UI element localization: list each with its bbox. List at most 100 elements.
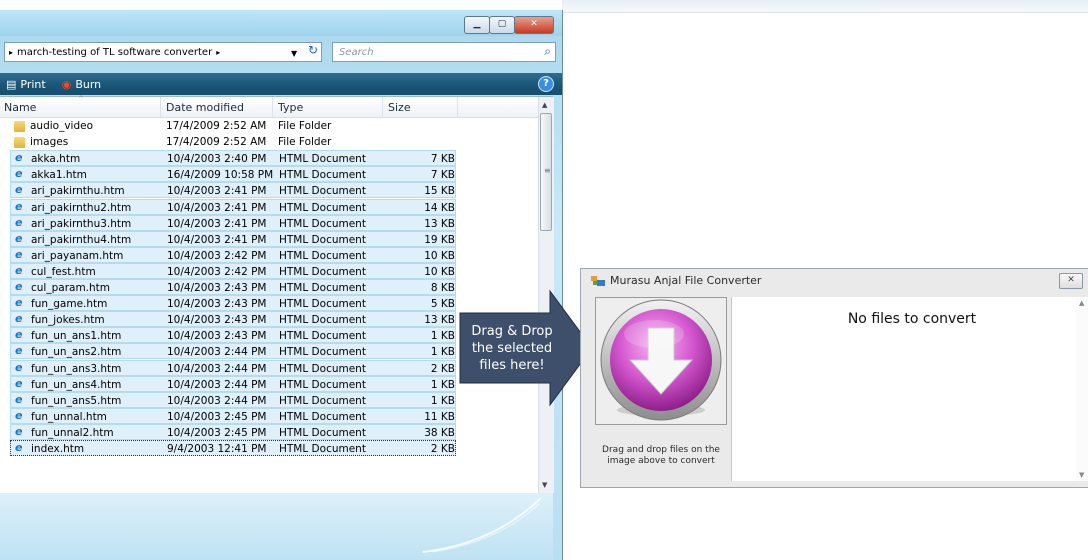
file-row[interactable]: e akka1.htm 16/4/2009 10:58 PM HTML Documen… <box>10 166 456 183</box>
ie-icon: e <box>15 441 23 454</box>
help-icon[interactable]: ? <box>538 76 554 92</box>
file-row[interactable]: e fun_game.htm 10/4/2003 2:43 PM HTML Docum… <box>10 295 456 312</box>
file-name: fun_un_ans1.htm <box>31 330 122 343</box>
grip-icon: ≡ <box>544 166 551 175</box>
drag-drop-callout: Drag & Drop the selected files here! <box>458 289 594 407</box>
file-size: 5 KB <box>430 298 455 311</box>
minimize-button[interactable]: ▁ <box>464 16 490 34</box>
file-row[interactable]: e fun_un_ans5.htm 10/4/2003 2:44 PM HTML Do… <box>10 391 456 408</box>
chevron-down-icon[interactable]: ▼ <box>291 49 297 58</box>
conversion-file-list[interactable]: No files to convert ▲ ▼ <box>731 297 1088 481</box>
file-type: HTML Document <box>279 362 366 375</box>
column-size[interactable]: Size <box>388 101 411 114</box>
file-row[interactable]: e fun_un_ans2.htm 10/4/2003 2:44 PM HTML Do… <box>10 343 456 360</box>
file-type: HTML Document <box>279 265 366 278</box>
ie-icon: e <box>15 376 23 390</box>
file-name: cul_fest.htm <box>31 265 96 278</box>
converter-titlebar[interactable]: Murasu Anjal File Converter ✕ <box>581 269 1088 291</box>
maximize-button[interactable]: ▢ <box>489 16 515 34</box>
close-button[interactable]: ✕ <box>1059 273 1083 289</box>
file-type: HTML Document <box>279 330 366 343</box>
file-row[interactable]: e akka.htm 10/4/2003 2:40 PM HTML Document 7… <box>10 150 456 167</box>
file-row[interactable]: e ari_pakirnthu4.htm 10/4/2003 2:41 PM HTML… <box>10 230 456 247</box>
file-row[interactable]: e fun_un_ans3.htm 10/4/2003 2:44 PM HTML Do… <box>10 359 456 376</box>
drop-target-image[interactable] <box>595 297 727 425</box>
scroll-down-icon[interactable]: ▼ <box>542 481 547 489</box>
file-row[interactable]: images 17/4/2009 2:52 AM File Folder <box>10 134 456 150</box>
file-type: HTML Document <box>279 282 366 294</box>
file-type: HTML Document <box>279 394 366 407</box>
search-icon[interactable]: ⌕ <box>544 44 551 59</box>
command-toolbar: ▤ Print ◉ Burn ? <box>0 73 562 95</box>
file-row[interactable]: e fun_un_ans1.htm 10/4/2003 2:43 PM HTML Do… <box>10 327 456 344</box>
file-row[interactable]: e ari_pakirnthu.htm 10/4/2003 2:41 PM HTML … <box>10 182 456 199</box>
print-button[interactable]: ▤ Print <box>6 78 46 91</box>
burn-button[interactable]: ◉ Burn <box>62 78 101 91</box>
file-row[interactable]: e ari_payanam.htm 10/4/2003 2:42 PM HTML Do… <box>10 246 456 263</box>
column-divider[interactable] <box>160 97 161 117</box>
file-name: fun_un_ans3.htm <box>31 362 122 375</box>
file-row[interactable]: e ari_pakirnthu2.htm 10/4/2003 2:41 PM HTML… <box>10 198 456 215</box>
scroll-up-icon[interactable]: ▲ <box>542 101 547 109</box>
file-row[interactable]: e fun_un_ans4.htm 10/4/2003 2:44 PM HTML Do… <box>10 375 456 392</box>
address-bar[interactable]: ▸ march-testing of TL software converter… <box>4 42 322 62</box>
refresh-icon[interactable]: ↻ <box>303 43 323 59</box>
column-divider[interactable] <box>457 97 458 117</box>
breadcrumb-arrow-icon[interactable]: ▸ <box>216 48 220 57</box>
file-row[interactable]: e fun_unnal.htm 10/4/2003 2:45 PM HTML Docu… <box>10 407 456 424</box>
file-size: 2 KB <box>430 362 455 375</box>
breadcrumb-arrow-icon[interactable]: ▸ <box>9 48 13 57</box>
file-date: 10/4/2003 2:41 PM <box>167 217 267 230</box>
file-row[interactable]: e fun_jokes.htm 10/4/2003 2:43 PM HTML Docu… <box>10 311 456 328</box>
scroll-up-icon[interactable]: ▲ <box>1079 299 1084 307</box>
ie-icon: e <box>15 424 23 438</box>
file-row[interactable]: e cul_param.htm 10/4/2003 2:43 PM HTML Docu… <box>10 279 456 295</box>
close-button[interactable]: ✕ <box>514 16 554 34</box>
file-row[interactable]: e index.htm 9/4/2003 12:41 PM HTML Document… <box>10 440 456 456</box>
explorer-window: ▁ ▢ ✕ ▸ march-testing of TL software con… <box>0 10 563 560</box>
file-date: 10/4/2003 2:43 PM <box>167 298 267 311</box>
breadcrumb-folder[interactable]: march-testing of TL software converter <box>17 47 212 58</box>
file-size: 13 KB <box>424 314 455 327</box>
background-window-strip <box>562 0 1088 13</box>
scroll-down-icon[interactable]: ▼ <box>1079 471 1084 479</box>
file-size: 1 KB <box>430 330 455 343</box>
file-size: 10 KB <box>424 265 455 278</box>
file-row[interactable]: e fun_unnal2.htm 10/4/2003 2:45 PM HTML Doc… <box>10 423 456 440</box>
file-size: 7 KB <box>430 169 455 182</box>
file-name: fun_game.htm <box>31 298 108 311</box>
file-row[interactable]: e ari_pakirnthu3.htm 10/4/2003 2:41 PM HTML… <box>10 214 456 231</box>
file-row[interactable]: audio_video 17/4/2009 2:52 AM File Folder <box>10 118 456 134</box>
column-divider[interactable] <box>382 97 383 117</box>
explorer-titlebar[interactable]: ▁ ▢ ✕ <box>0 10 562 36</box>
ie-icon: e <box>15 231 23 245</box>
file-size: 10 KB <box>424 249 455 262</box>
column-name[interactable]: Name <box>4 101 36 114</box>
callout-text: Drag & Drop the selected files here! <box>460 323 564 374</box>
empty-list-message: No files to convert <box>847 311 977 327</box>
window-controls: ▁ ▢ ✕ <box>464 16 554 34</box>
column-divider[interactable] <box>272 97 273 117</box>
scroll-thumb[interactable]: ≡ <box>540 113 552 231</box>
file-type: HTML Document <box>279 249 366 262</box>
file-type: File Folder <box>278 120 332 132</box>
file-size: 15 KB <box>424 185 455 198</box>
file-date: 9/4/2003 12:41 PM <box>167 443 267 455</box>
list-scrollbar[interactable]: ▲ ▼ <box>1076 297 1088 481</box>
file-date: 10/4/2003 2:43 PM <box>167 282 267 294</box>
column-type[interactable]: Type <box>278 101 303 114</box>
search-input[interactable]: Search ⌕ <box>332 42 556 62</box>
file-date: 10/4/2003 2:43 PM <box>167 330 267 343</box>
file-name: ari_pakirnthu.htm <box>31 185 125 198</box>
ie-icon: e <box>15 151 23 165</box>
search-placeholder: Search <box>339 46 374 58</box>
ie-icon: e <box>15 183 23 197</box>
file-date: 10/4/2003 2:41 PM <box>167 201 267 214</box>
file-size: 19 KB <box>424 233 455 246</box>
file-type: HTML Document <box>279 298 366 311</box>
column-date[interactable]: Date modified <box>166 101 244 114</box>
ie-icon: e <box>15 280 23 293</box>
callout-line: Drag & Drop <box>471 324 553 339</box>
file-name: fun_un_ans2.htm <box>31 346 122 359</box>
file-row[interactable]: e cul_fest.htm 10/4/2003 2:42 PM HTML Docum… <box>10 262 456 279</box>
